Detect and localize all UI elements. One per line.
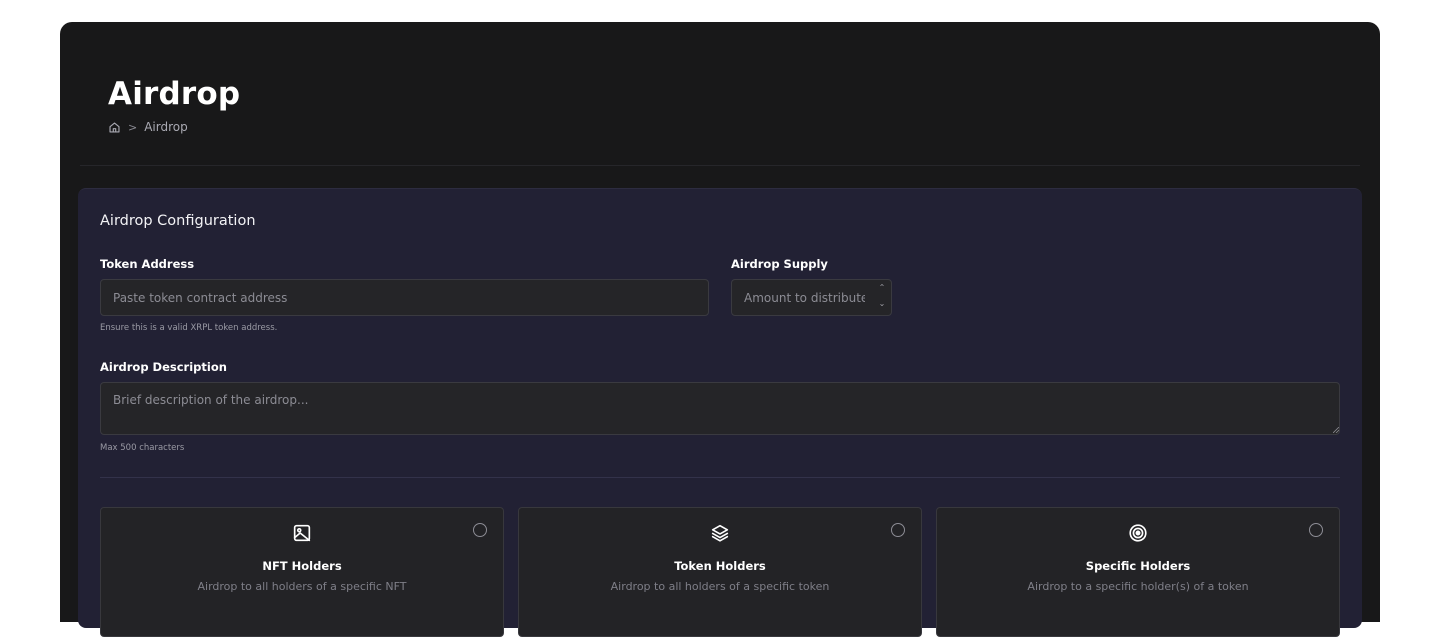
chevron-down-icon[interactable]: ⌄ <box>879 299 886 309</box>
token-address-label: Token Address <box>100 257 195 271</box>
layers-icon <box>711 524 729 542</box>
option-title: NFT Holders <box>262 559 342 573</box>
option-description: Airdrop to a specific holder(s) of a tok… <box>1027 580 1249 593</box>
page-title: Airdrop <box>108 76 241 112</box>
card-title: Airdrop Configuration <box>100 213 256 229</box>
option-nft-holders[interactable]: NFT Holders Airdrop to all holders of a … <box>100 507 504 637</box>
token-address-input[interactable] <box>100 279 709 316</box>
breadcrumb-separator: > <box>128 120 138 134</box>
header-divider <box>80 165 1360 166</box>
breadcrumb: > Airdrop <box>108 120 240 134</box>
airdrop-supply-field: ⌃ ⌄ <box>731 279 892 316</box>
target-icon <box>1129 524 1147 542</box>
description-textarea[interactable] <box>100 382 1340 435</box>
option-description: Airdrop to all holders of a specific tok… <box>610 580 830 593</box>
supply-stepper[interactable]: ⌃ ⌄ <box>877 283 887 309</box>
breadcrumb-current: Airdrop <box>144 120 188 134</box>
option-title: Token Holders <box>674 559 766 573</box>
image-icon <box>293 524 311 542</box>
section-divider <box>100 477 1340 478</box>
description-label: Airdrop Description <box>100 360 227 374</box>
home-icon[interactable] <box>108 121 121 134</box>
option-token-holders[interactable]: Token Holders Airdrop to all holders of … <box>518 507 922 637</box>
main-panel: Airdrop > Airdrop Airdrop Configuration … <box>60 22 1380 637</box>
airdrop-supply-input[interactable] <box>731 279 892 316</box>
option-description: Airdrop to all holders of a specific NFT <box>197 580 407 593</box>
description-hint: Max 500 characters <box>100 443 185 453</box>
page-header: Airdrop > Airdrop <box>108 74 240 134</box>
resize-grip-icon[interactable] <box>1333 427 1339 433</box>
option-nft-holders-radio[interactable] <box>473 523 487 537</box>
chevron-up-icon[interactable]: ⌃ <box>879 283 886 293</box>
option-token-holders-radio[interactable] <box>891 523 905 537</box>
option-title: Specific Holders <box>1085 559 1191 573</box>
option-specific-holders[interactable]: Specific Holders Airdrop to a specific h… <box>936 507 1340 637</box>
airdrop-supply-label: Airdrop Supply <box>731 257 828 271</box>
token-address-hint: Ensure this is a valid XRPL token addres… <box>100 323 278 333</box>
option-specific-holders-radio[interactable] <box>1309 523 1323 537</box>
airdrop-configuration-card: Airdrop Configuration Token Address Ensu… <box>78 188 1362 637</box>
